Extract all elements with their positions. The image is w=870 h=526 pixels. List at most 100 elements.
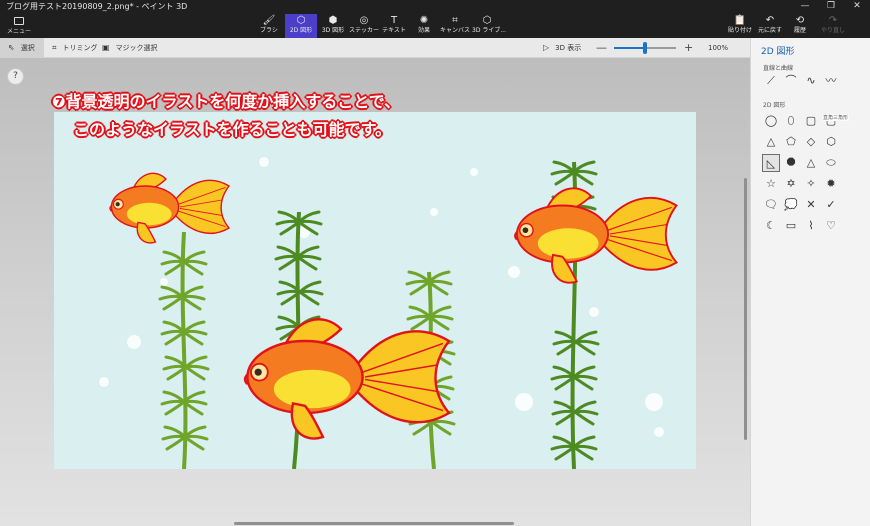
- cross-icon[interactable]: ✕: [802, 196, 820, 214]
- select-tool[interactable]: ⇖ 選択: [0, 38, 44, 58]
- panel-title: 2D 図形: [761, 47, 795, 57]
- tool-label: 3D ライブ...: [472, 27, 507, 34]
- oval-icon[interactable]: ⬯: [782, 112, 800, 130]
- banner-icon[interactable]: ⌇: [802, 217, 820, 235]
- magic-select-label: マジック選択: [115, 44, 158, 52]
- tool-brushes[interactable]: 🖌 ブラシ: [256, 14, 282, 38]
- speech-bubble-icon[interactable]: 🗨: [762, 196, 780, 214]
- tool-label: キャンバス: [440, 27, 471, 34]
- stickers-icon: ◎: [359, 15, 369, 26]
- shapes-section-label: 2D 図形: [763, 102, 786, 109]
- undo-button[interactable]: ↶ 元に戻す: [758, 14, 782, 38]
- close-button[interactable]: ✕: [844, 0, 870, 14]
- brush-icon: 🖌: [262, 15, 276, 26]
- minimize-button[interactable]: —: [792, 0, 818, 14]
- menu-button[interactable]: メニュー: [4, 14, 34, 38]
- undo-icon: ↶: [765, 15, 775, 26]
- tool-text[interactable]: T テキスト: [381, 14, 407, 38]
- magic-select-tool[interactable]: ▣ マジック選択: [102, 38, 158, 58]
- text-icon: T: [390, 15, 398, 26]
- 3d-library-icon: ⬡: [482, 15, 492, 26]
- pentagon-icon[interactable]: ⬠: [782, 133, 800, 151]
- triangle-outline-icon[interactable]: △: [802, 154, 820, 172]
- horizontal-scrollbar[interactable]: [234, 522, 514, 525]
- select-cursor-icon: ⇖: [8, 43, 15, 52]
- tool-label: 貼り付け: [728, 27, 753, 34]
- 3d-view-label: 3D 表示: [555, 44, 582, 52]
- tool-label: テキスト: [382, 27, 406, 34]
- two-point-curve-icon[interactable]: ∿: [802, 72, 820, 90]
- workspace: ? ❼背景透明のイラストを何度か挿入することで、 このようなイラストを作ることも…: [0, 58, 750, 526]
- selection-toolbar: ⇖ 選択 ⌗ トリミング ▣ マジック選択 ▷ 3D 表示 — + 100%: [0, 38, 750, 58]
- right-triangle-icon[interactable]: ◺: [762, 154, 780, 172]
- paste-icon: 📋: [733, 15, 747, 26]
- tool-label: ステッカー: [349, 27, 380, 34]
- select-label: 選択: [20, 44, 35, 52]
- lines-section-label: 直線と曲線: [763, 65, 794, 72]
- zoom-in-button[interactable]: +: [684, 38, 693, 58]
- magic-select-icon: ▣: [102, 43, 110, 52]
- window-title: ブログ用テスト20190809_2.png* - ペイント 3D: [6, 2, 188, 11]
- zoom-slider[interactable]: [614, 42, 676, 54]
- canvas-icon: ⌗: [452, 15, 458, 26]
- maximize-button[interactable]: ❐: [818, 0, 844, 14]
- menu-label: メニュー: [6, 28, 31, 35]
- check-icon[interactable]: ✓: [822, 196, 840, 214]
- vertical-scrollbar[interactable]: [744, 178, 747, 440]
- crop-icon: ⌗: [52, 43, 57, 52]
- annotation-line-1: ❼背景透明のイラストを何度か挿入することで、: [52, 92, 401, 111]
- tool-canvas[interactable]: ⌗ キャンバス: [440, 14, 470, 38]
- tool-label: ブラシ: [260, 27, 278, 34]
- tool-label: 2D 図形: [289, 27, 313, 34]
- zoom-slider-fill: [614, 47, 645, 49]
- tool-label: やり直し: [820, 27, 845, 34]
- 3d-shapes-icon: ⬢: [328, 15, 338, 26]
- star-4-icon[interactable]: ✧: [802, 175, 820, 193]
- crop-tool[interactable]: ⌗ トリミング: [52, 38, 98, 58]
- curve-icon[interactable]: ⌒: [782, 72, 800, 90]
- diamond-icon[interactable]: ◇: [802, 133, 820, 151]
- triangle-icon[interactable]: △: [762, 133, 780, 151]
- heart-icon[interactable]: ♡: [822, 217, 840, 235]
- star-5-icon[interactable]: ☆: [762, 175, 780, 193]
- tool-label: 履歴: [793, 27, 806, 34]
- title-bar: ブログ用テスト20190809_2.png* - ペイント 3D — ❐ ✕: [0, 0, 870, 14]
- tool-stickers[interactable]: ◎ ステッカー: [349, 14, 379, 38]
- effects-icon: ✺: [419, 15, 429, 26]
- line-icon[interactable]: ⟋: [762, 72, 780, 90]
- drawing-canvas[interactable]: [54, 112, 696, 469]
- tool-3d-shapes[interactable]: ⬢ 3D 図形: [319, 14, 347, 38]
- tool-effects[interactable]: ✺ 効果: [412, 14, 436, 38]
- annotation-line-2: このようなイラストを作ることも可能です。: [73, 120, 392, 139]
- hexagon-icon[interactable]: ⬡: [822, 133, 840, 151]
- zoom-out-button[interactable]: —: [596, 38, 607, 58]
- redo-icon: ↷: [828, 15, 838, 26]
- history-icon: ⟲: [795, 15, 805, 26]
- burst-icon[interactable]: ✹: [822, 175, 840, 193]
- circle-icon[interactable]: ◯: [762, 112, 780, 130]
- tool-3d-library[interactable]: ⬡ 3D ライブ...: [472, 14, 507, 38]
- 3d-view-icon: ▷: [543, 43, 550, 52]
- leaf-icon[interactable]: ⬭: [822, 154, 840, 172]
- crop-label: トリミング: [62, 44, 98, 52]
- zoom-slider-thumb[interactable]: [643, 42, 647, 54]
- octagon-icon[interactable]: ⯃: [782, 154, 800, 172]
- thought-bubble-icon[interactable]: 💭: [782, 196, 800, 214]
- 2d-shapes-icon: ⬡: [296, 15, 306, 26]
- star-6-icon[interactable]: ✡: [782, 175, 800, 193]
- 3d-view-toggle[interactable]: ▷ 3D 表示: [543, 38, 585, 58]
- help-button[interactable]: ?: [7, 68, 24, 85]
- ribbon: メニュー 🖌 ブラシ ⬡ 2D 図形 ⬢ 3D 図形 ◎ ステッカー T テキス…: [0, 14, 870, 38]
- zoom-value: 100%: [708, 44, 729, 52]
- callout-icon[interactable]: ▭: [782, 217, 800, 235]
- three-point-curve-icon[interactable]: 〰: [822, 72, 840, 90]
- paste-button[interactable]: 📋 貼り付け: [728, 14, 752, 38]
- redo-button[interactable]: ↷ やり直し: [820, 14, 846, 38]
- moon-icon[interactable]: ☾: [762, 217, 780, 235]
- tool-label: 元に戻す: [758, 27, 783, 34]
- tool-2d-shapes[interactable]: ⬡ 2D 図形: [285, 14, 317, 38]
- shapes-panel: 2D 図形 直線と曲線 2D 図形 ⟋⌒∿〰◯⬯▢▢△⬠◇⬡◺⯃△⬭☆✡✧✹🗨💭…: [750, 38, 870, 526]
- goldfish-illustration: [99, 157, 678, 469]
- square-icon[interactable]: ▢: [802, 112, 820, 130]
- history-button[interactable]: ⟲ 履歴: [790, 14, 810, 38]
